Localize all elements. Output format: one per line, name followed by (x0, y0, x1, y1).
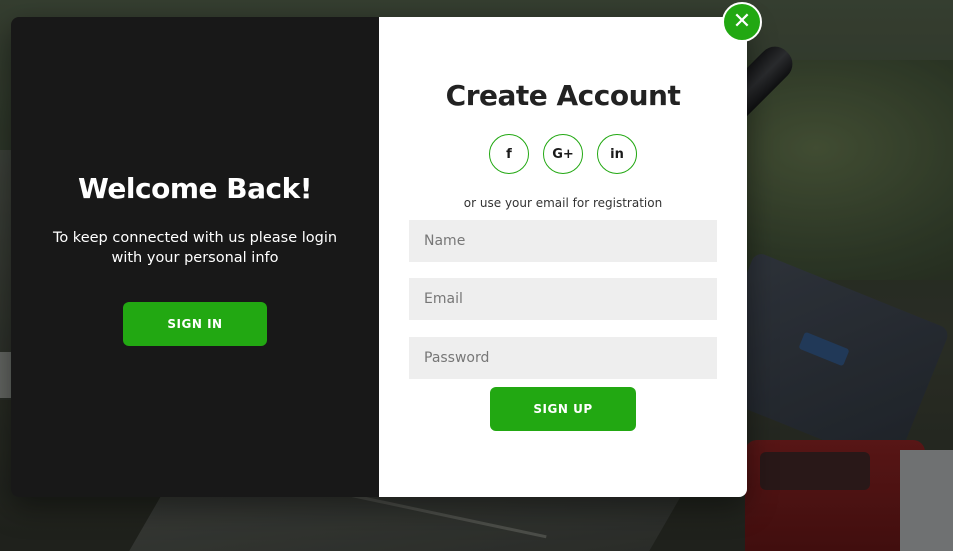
auth-modal: Welcome Back! To keep connected with us … (11, 17, 747, 497)
close-button[interactable]: ✕ (722, 2, 762, 42)
google-plus-icon[interactable]: G+ (543, 134, 583, 174)
sign-up-button[interactable]: SIGN UP (490, 387, 636, 431)
create-account-title: Create Account (445, 79, 681, 112)
registration-hint: or use your email for registration (463, 196, 663, 210)
password-input[interactable] (409, 337, 717, 379)
welcome-title: Welcome Back! (78, 172, 312, 205)
social-login-group: f G+ in (489, 134, 637, 174)
linkedin-icon[interactable]: in (597, 134, 637, 174)
sign-in-button[interactable]: SIGN IN (123, 302, 267, 346)
facebook-icon[interactable]: f (489, 134, 529, 174)
create-account-panel: Create Account f G+ in or use your email… (379, 17, 747, 497)
welcome-panel: Welcome Back! To keep connected with us … (11, 17, 379, 497)
welcome-message: To keep connected with us please login w… (52, 230, 338, 266)
name-input[interactable] (409, 220, 717, 262)
email-input[interactable] (409, 278, 717, 320)
close-icon: ✕ (732, 9, 752, 34)
